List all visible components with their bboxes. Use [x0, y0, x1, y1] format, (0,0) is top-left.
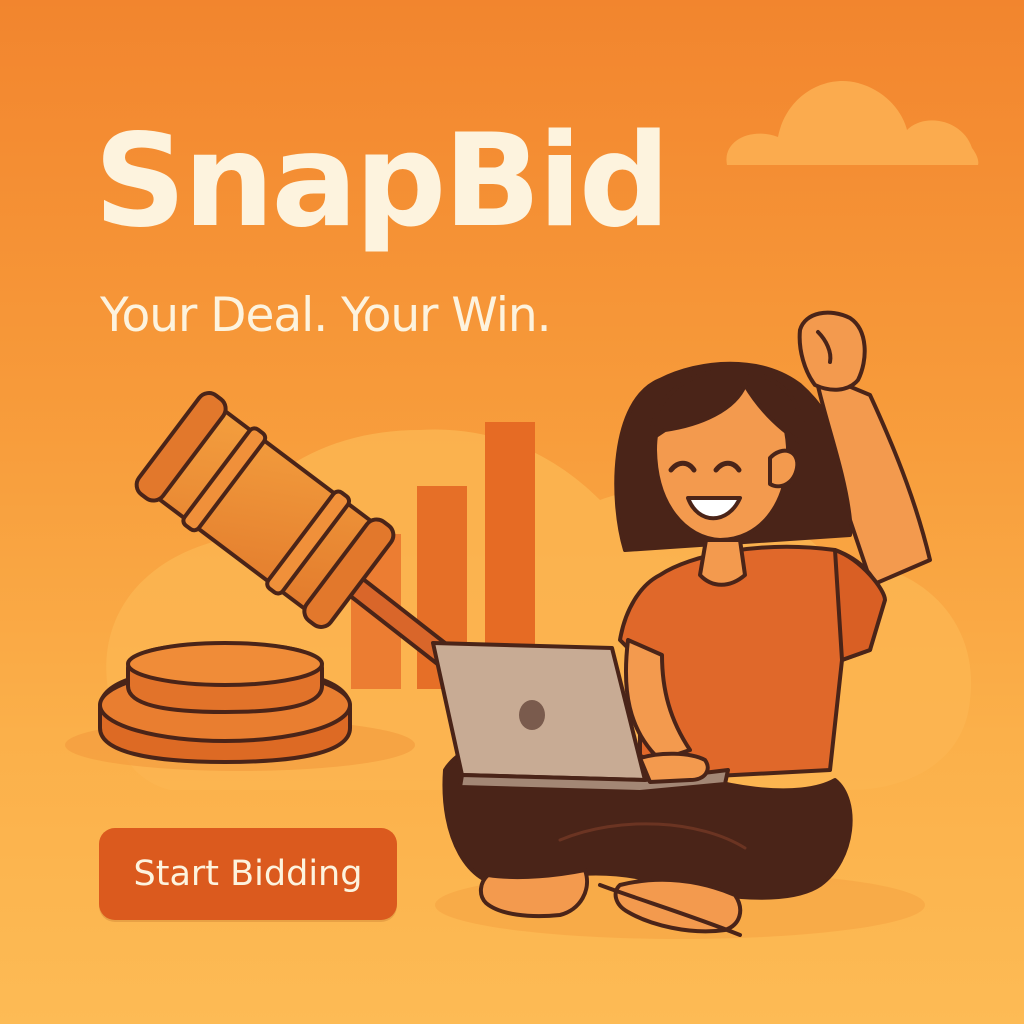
hand: [638, 751, 710, 784]
cloud-icon: [726, 81, 979, 165]
brand-title: SnapBid: [94, 107, 670, 256]
tagline: Your Deal. Your Win.: [100, 288, 552, 343]
sound-block-icon: [98, 641, 352, 764]
start-bidding-button[interactable]: Start Bidding: [99, 828, 397, 920]
promo-banner: SnapBid Your Deal. Your Win. Start Biddi…: [0, 0, 1024, 1024]
